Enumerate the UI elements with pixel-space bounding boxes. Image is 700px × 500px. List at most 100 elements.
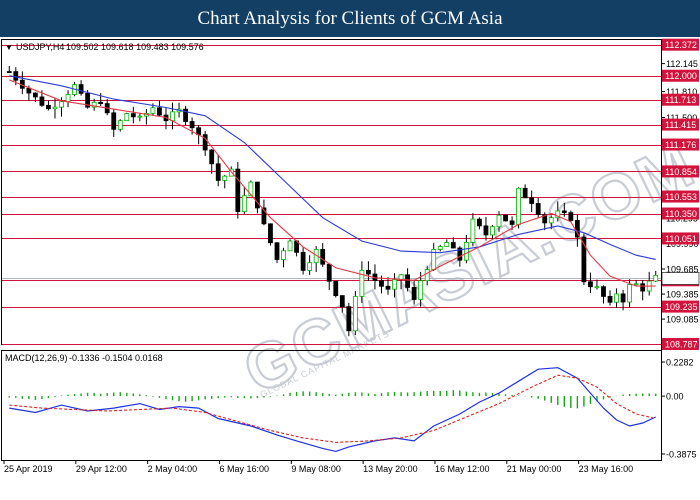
- candle-body: [568, 212, 574, 221]
- candle-body: [117, 120, 123, 130]
- quote-values: 109.502 109.618 109.483 109.576: [66, 42, 204, 52]
- candle-body: [620, 293, 626, 303]
- candle-body: [98, 101, 104, 104]
- candle-body: [516, 187, 522, 225]
- x-tick-label: 25 Apr 2019: [4, 464, 53, 474]
- macd-y-tick-label: 0.2282: [666, 358, 694, 368]
- candle-body: [13, 71, 19, 81]
- candle-body: [59, 101, 64, 108]
- x-tick-label: 9 May 08:00: [291, 464, 341, 474]
- candle-body: [65, 94, 71, 103]
- candle-body: [529, 197, 535, 204]
- level-badge-label: 111.713: [665, 95, 696, 105]
- level-badge-label: 111.415: [665, 120, 696, 130]
- price-panel-title: USDJPY,H4: [16, 42, 64, 52]
- macd-line: [9, 367, 656, 453]
- candle-body: [548, 217, 554, 224]
- level-badge-label: 110.854: [665, 167, 697, 177]
- macd-y-tick-label: -0.3875: [666, 450, 697, 460]
- candle-body: [561, 210, 567, 214]
- candle-body: [333, 280, 339, 297]
- x-tick-label: 6 May 16:00: [219, 464, 269, 474]
- candle-body: [150, 107, 156, 114]
- candle-body: [300, 251, 306, 271]
- candle-body: [287, 240, 293, 252]
- candle-body: [130, 113, 136, 118]
- candle-body: [470, 218, 476, 243]
- candle-body: [78, 84, 84, 94]
- candle-body: [235, 168, 241, 213]
- y-tick-label: 112.145: [666, 59, 698, 69]
- candle-body: [653, 274, 659, 282]
- candle-body: [450, 242, 456, 249]
- x-tick-label: 2 May 04:00: [148, 464, 198, 474]
- macd-readout: -0.1336 -0.1504 0.0168: [69, 353, 163, 363]
- level-badge-label: 110.553: [665, 192, 697, 202]
- level-badge-label: 112.372: [665, 40, 697, 50]
- candle-body: [379, 280, 384, 287]
- candle-body: [339, 295, 345, 308]
- candle-body: [241, 195, 247, 213]
- candle-body: [366, 269, 371, 275]
- candle-body: [594, 286, 600, 289]
- candle-body: [601, 286, 606, 297]
- candle-body: [215, 163, 221, 181]
- y-tick-label: 109.385: [666, 290, 699, 300]
- candle-body: [535, 203, 541, 215]
- candle-body: [490, 226, 495, 236]
- candle-body: [124, 113, 130, 122]
- candle-body: [405, 274, 410, 288]
- level-badge-label: 112.000: [665, 71, 697, 81]
- candle-body: [170, 111, 175, 122]
- candle-body: [509, 220, 515, 225]
- candle-body: [411, 287, 417, 300]
- candle-body: [307, 262, 313, 271]
- candle-body: [522, 187, 528, 199]
- candle-body: [6, 71, 12, 73]
- x-tick-label: 23 May 16:00: [579, 464, 634, 474]
- candle-body: [483, 225, 489, 236]
- level-badge-label: 110.051: [665, 234, 697, 244]
- candle-body: [137, 115, 143, 118]
- candle-body: [627, 284, 633, 303]
- candle-body: [39, 96, 45, 106]
- candle-body: [418, 280, 424, 300]
- candle-body: [268, 223, 273, 244]
- candle-body: [633, 283, 639, 286]
- candle-body: [346, 306, 352, 332]
- candle-body: [463, 242, 469, 261]
- symbol-dropdown-icon: ▼: [5, 43, 13, 52]
- x-tick-label: 21 May 00:00: [507, 464, 562, 474]
- candle-body: [444, 242, 450, 247]
- candle-body: [640, 283, 646, 292]
- candle-body: [52, 106, 58, 110]
- candle-body: [202, 134, 208, 151]
- candle-body: [398, 274, 404, 280]
- candle-body: [385, 285, 391, 290]
- candle-body: [222, 175, 228, 181]
- x-tick-label: 16 May 12:00: [435, 464, 490, 474]
- current-price-badge: [661, 272, 700, 285]
- macd-panel-title: MACD(12,26,9): [5, 353, 68, 363]
- candle-body: [392, 279, 397, 290]
- level-badge-label: 109.235: [665, 302, 698, 312]
- candle-body: [424, 269, 430, 282]
- level-badge-label: 108.787: [665, 340, 698, 350]
- candle-body: [607, 296, 613, 303]
- candle-body: [111, 112, 117, 130]
- candle-body: [496, 214, 502, 228]
- macd-panel: 0.2282 0.00 -0.3875: [1, 350, 697, 461]
- candle-body: [209, 149, 215, 165]
- candle-body: [46, 104, 51, 110]
- candle-body: [588, 281, 593, 288]
- candle-body: [157, 107, 162, 116]
- candle-body: [477, 218, 482, 227]
- candle-body: [26, 87, 32, 94]
- time-axis: 25 Apr 2019 29 Apr 12:00 2 May 04:00 6 May …: [3, 460, 634, 474]
- candle-body: [320, 249, 326, 265]
- candle-body: [437, 246, 443, 250]
- y-tick-label: 109.085: [666, 315, 699, 325]
- candle-body: [281, 250, 286, 260]
- candle-body: [614, 293, 619, 303]
- x-tick-label: 13 May 20:00: [363, 464, 418, 474]
